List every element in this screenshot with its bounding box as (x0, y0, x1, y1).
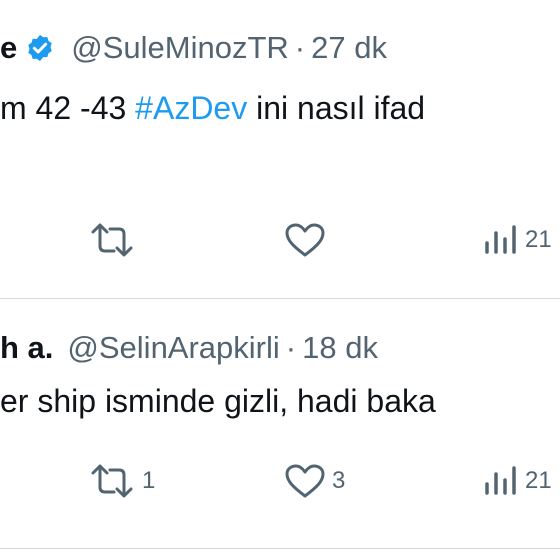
retweet-icon (91, 464, 133, 498)
verified-badge-icon (25, 33, 55, 63)
like-count: 3 (332, 467, 346, 494)
retweet-button[interactable] (88, 222, 136, 258)
heart-icon (285, 464, 325, 498)
heart-icon (285, 223, 325, 257)
retweet-count: 1 (142, 467, 156, 494)
author-name[interactable]: h a. (0, 330, 53, 366)
author-handle[interactable]: @SuleMinozTR (71, 30, 289, 66)
tweet-divider (0, 548, 560, 549)
like-button[interactable]: 3 (284, 463, 345, 499)
tweet-divider (0, 298, 560, 299)
hashtag-link[interactable]: #AzDev (135, 90, 247, 126)
tweet-text-part: m 42 -43 (0, 90, 136, 126)
views-button[interactable]: 21 (483, 463, 552, 499)
views-count: 21 (525, 226, 552, 253)
separator-dot: · (285, 330, 297, 365)
views-count: 21 (525, 467, 552, 494)
like-button[interactable] (284, 222, 326, 258)
author-name[interactable]: e (0, 30, 17, 66)
views-icon (485, 225, 516, 254)
tweet-text: m 42 -43 #AzDev ini nasıl ifad (0, 90, 425, 127)
tweet-time[interactable]: 18 dk (302, 330, 378, 366)
tweet-time[interactable]: 27 dk (311, 30, 387, 66)
retweet-button[interactable]: 1 (88, 463, 155, 499)
separator-dot: · (294, 30, 306, 65)
tweet-text: er ship isminde gizli, hadi baka (0, 383, 436, 419)
author-handle[interactable]: @SelinArapkirli (67, 330, 279, 366)
tweet-text-part: ini nasıl ifad (247, 90, 426, 126)
retweet-icon (91, 223, 133, 257)
views-icon (485, 466, 516, 495)
views-button[interactable]: 21 (483, 222, 552, 258)
